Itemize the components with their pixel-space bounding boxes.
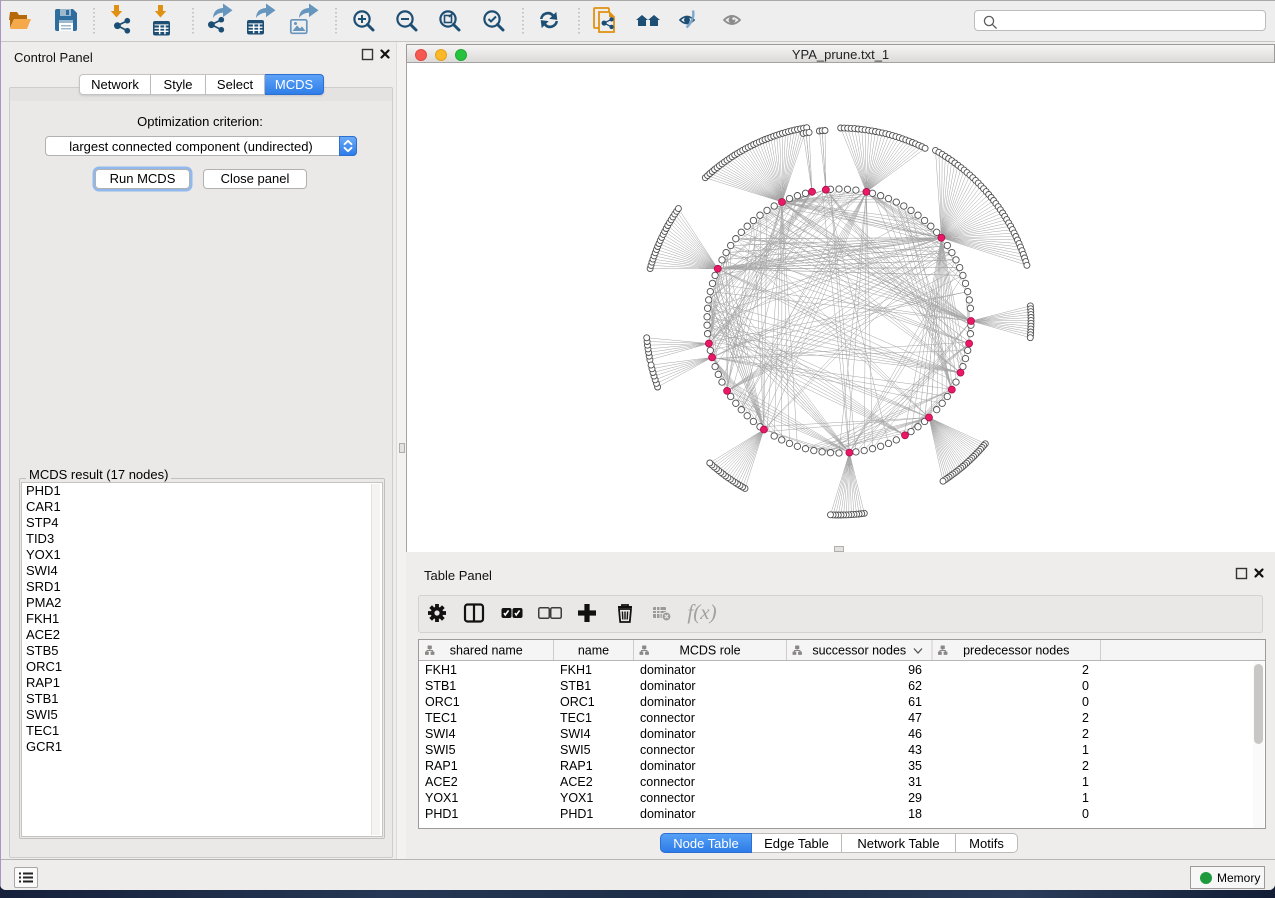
svg-text:predecessor nodes: predecessor nodes: [963, 644, 1069, 658]
svg-text:MCDS role: MCDS role: [679, 644, 740, 658]
svg-text:shared name: shared name: [450, 644, 523, 658]
svg-text:f(x): f(x): [687, 600, 716, 624]
svg-text:successor nodes: successor nodes: [812, 644, 906, 658]
svg-text:name: name: [578, 644, 609, 658]
